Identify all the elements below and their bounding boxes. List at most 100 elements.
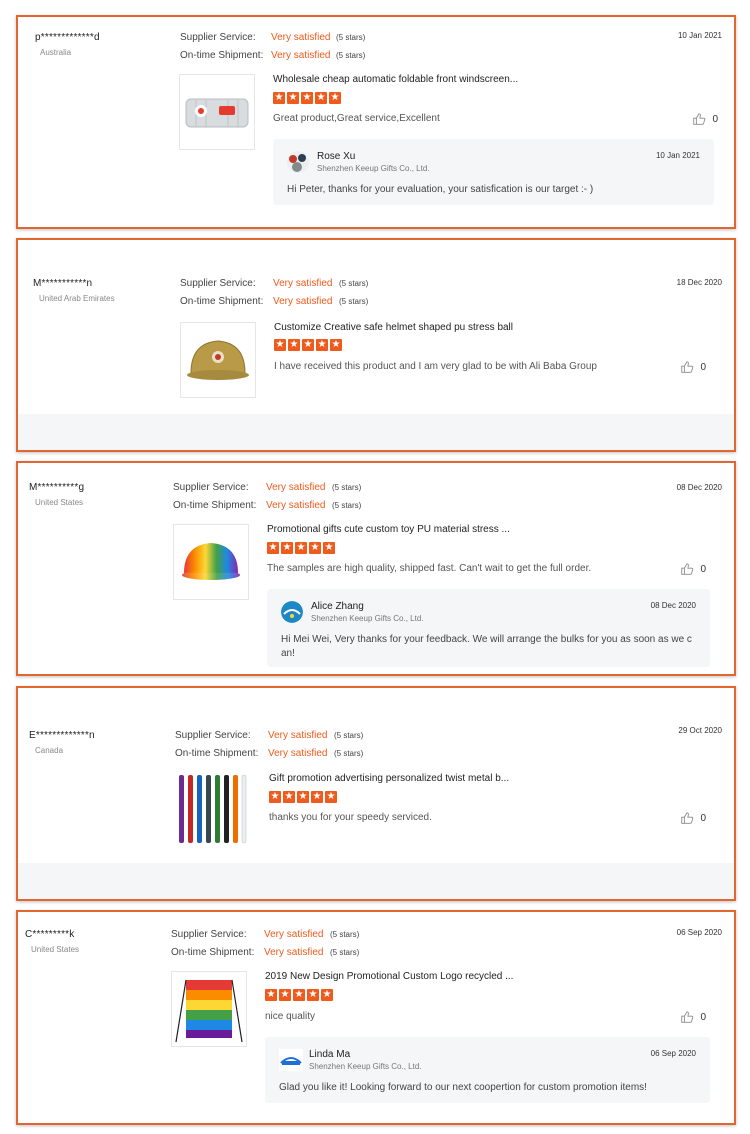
supplier-reply: Alice Zhang Shenzhen Keeup Gifts Co., Lt… (267, 589, 710, 667)
supplier-service-label: Supplier Service: (173, 482, 249, 493)
product-thumbnail[interactable] (171, 971, 247, 1047)
product-thumbnail[interactable] (173, 524, 249, 600)
supplier-service-label: Supplier Service: (175, 730, 251, 741)
product-title-link[interactable]: Wholesale cheap automatic foldable front… (273, 74, 518, 85)
star-rating: ★ ★ ★ ★ ★ (269, 791, 337, 805)
star-rating: ★ ★ ★ ★ ★ (273, 92, 341, 106)
star-icon: ★ (297, 791, 309, 803)
review-card: E*************n Canada Supplier Service:… (16, 686, 736, 901)
review-date: 10 Jan 2021 (677, 31, 722, 40)
thumbs-up-icon (693, 113, 706, 125)
shipment-label: On-time Shipment: (171, 947, 255, 958)
review-comment: Great product,Great service,Excellent (273, 113, 440, 124)
star-icon: ★ (274, 339, 286, 351)
supplier-reply: Linda Ma Shenzhen Keeup Gifts Co., Ltd. … (265, 1037, 710, 1103)
reviewer-name: C*********k (25, 929, 75, 940)
reply-text: Glad you like it! Looking forward to our… (279, 1082, 647, 1093)
review-card: M**********g United States Supplier Serv… (16, 461, 736, 676)
review-comment: nice quality (265, 1011, 316, 1022)
star-icon: ★ (302, 339, 314, 351)
drawstring-bag-image (175, 979, 243, 1043)
reply-date: 06 Sep 2020 (650, 1049, 696, 1058)
like-button[interactable]: 0 (680, 1010, 706, 1024)
review-comment: The samples are high quality, shipped fa… (267, 563, 592, 574)
star-icon: ★ (287, 92, 299, 104)
product-title-link[interactable]: Gift promotion advertising personalized … (269, 773, 509, 784)
shipment-stars: (5 stars) (334, 749, 364, 758)
reviewer-name: M**********g (29, 482, 85, 493)
avatar (287, 151, 309, 173)
star-icon: ★ (309, 542, 321, 554)
supplier-service-value: Very satisfied (271, 32, 331, 43)
shipment-label: On-time Shipment: (180, 296, 264, 307)
reply-author: Linda Ma (309, 1049, 351, 1060)
star-icon: ★ (329, 92, 341, 104)
shipment-value: Very satisfied (268, 748, 328, 759)
reply-author: Rose Xu (317, 151, 356, 162)
product-title-link[interactable]: 2019 New Design Promotional Custom Logo … (265, 971, 513, 982)
review-date: 08 Dec 2020 (676, 483, 722, 492)
reply-company: Shenzhen Keeup Gifts Co., Ltd. (311, 614, 424, 623)
star-icon: ★ (323, 542, 335, 554)
star-icon: ★ (325, 791, 337, 803)
supplier-service-label: Supplier Service: (171, 929, 247, 940)
star-icon: ★ (311, 791, 323, 803)
review-date: 29 Oct 2020 (678, 726, 722, 735)
product-thumbnail[interactable] (180, 322, 256, 398)
star-icon: ★ (279, 989, 291, 1001)
star-icon: ★ (301, 92, 313, 104)
supplier-service-value: Very satisfied (268, 730, 328, 741)
product-title-link[interactable]: Customize Creative safe helmet shaped pu… (274, 322, 513, 333)
product-thumbnail[interactable] (179, 74, 255, 150)
reviewer-country: Canada (35, 746, 64, 755)
like-count: 0 (700, 563, 706, 575)
reviewer-name: p*************d (35, 32, 100, 43)
star-icon: ★ (307, 989, 319, 1001)
supplier-service-label: Supplier Service: (180, 278, 256, 289)
star-icon: ★ (330, 339, 342, 351)
supplier-service-value: Very satisfied (264, 929, 324, 940)
supplier-reply: Rose Xu Shenzhen Keeup Gifts Co., Ltd. 1… (273, 139, 714, 205)
sunshade-image (185, 98, 249, 128)
supplier-service-value: Very satisfied (266, 482, 326, 493)
reply-date: 10 Jan 2021 (655, 151, 700, 160)
supplier-service-stars: (5 stars) (334, 731, 364, 740)
rainbow-helmet-image (182, 543, 240, 580)
reviewer-name: M***********n (33, 278, 93, 289)
reply-company: Shenzhen Keeup Gifts Co., Ltd. (309, 1062, 422, 1071)
shipment-stars: (5 stars) (336, 51, 366, 60)
like-count: 0 (700, 812, 706, 824)
like-button[interactable]: 0 (680, 562, 706, 576)
star-icon: ★ (316, 339, 328, 351)
review-card: M***********n United Arab Emirates Suppl… (16, 238, 736, 452)
product-title-link[interactable]: Promotional gifts cute custom toy PU mat… (267, 524, 510, 535)
reply-text: Hi Mei Wei, Very thanks for your feedbac… (281, 634, 692, 659)
like-button[interactable]: 0 (680, 811, 706, 825)
star-rating: ★ ★ ★ ★ ★ (267, 542, 335, 556)
product-thumbnail[interactable] (174, 772, 250, 848)
reply-text: Hi Peter, thanks for your evaluation, yo… (287, 184, 594, 195)
star-rating: ★ ★ ★ ★ ★ (274, 339, 342, 353)
shipment-label: On-time Shipment: (180, 50, 264, 61)
like-button[interactable]: 0 (692, 112, 718, 126)
supplier-service-value: Very satisfied (273, 278, 333, 289)
like-count: 0 (700, 1011, 706, 1023)
reviewer-country: United States (31, 945, 80, 954)
review-comment: I have received this product and I am ve… (274, 361, 597, 372)
supplier-service-label: Supplier Service: (180, 32, 256, 43)
shipment-value: Very satisfied (264, 947, 324, 958)
reviewer-country: United States (35, 498, 84, 507)
review-date: 18 Dec 2020 (676, 278, 722, 287)
star-icon: ★ (281, 542, 293, 554)
like-button[interactable]: 0 (680, 360, 706, 374)
thumbs-up-icon (681, 361, 694, 373)
star-icon: ★ (288, 339, 300, 351)
star-rating: ★ ★ ★ ★ ★ (265, 989, 333, 1003)
star-icon: ★ (295, 542, 307, 554)
shipment-label: On-time Shipment: (175, 748, 259, 759)
thumbs-up-icon (681, 563, 694, 575)
reply-company: Shenzhen Keeup Gifts Co., Ltd. (317, 164, 430, 173)
reviewer-country: United Arab Emirates (39, 294, 115, 303)
card-footer (18, 863, 734, 899)
star-icon: ★ (267, 542, 279, 554)
